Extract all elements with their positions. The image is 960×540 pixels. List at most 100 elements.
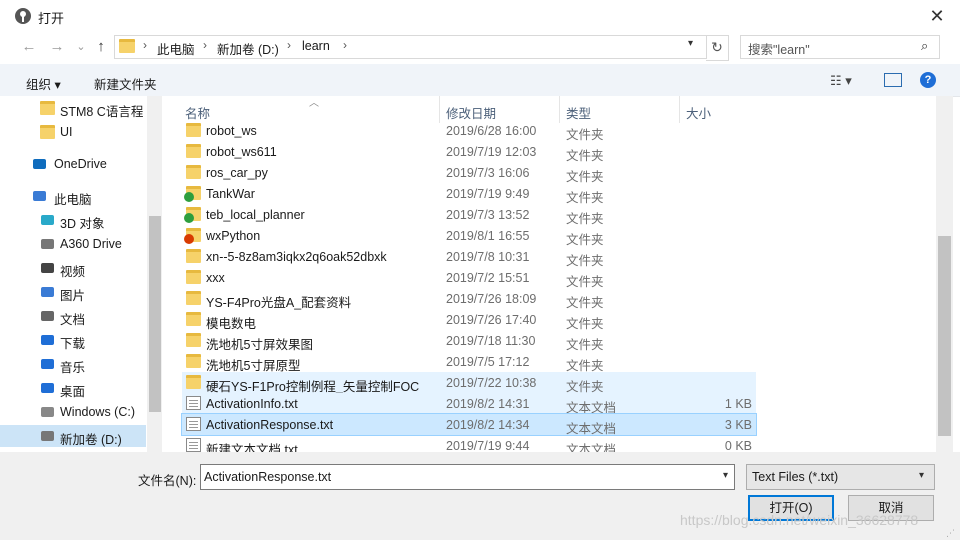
file-size: 3 KB [724, 418, 752, 432]
check-badge-icon [184, 192, 194, 202]
sidebar-item[interactable]: 新加卷 (D:) [0, 425, 146, 447]
file-row[interactable]: 洗地机5寸屏效果图 2019/7/18 11:30 文件夹 [182, 330, 756, 352]
file-date: 2019/6/28 16:00 [446, 124, 537, 138]
help-button[interactable]: ? [920, 72, 936, 88]
computer-icon [32, 189, 47, 203]
navigation-scrollbar-thumb[interactable] [149, 216, 161, 412]
sidebar-item-label: A360 Drive [60, 237, 122, 251]
sidebar-item-label: STM8 C语言程 [60, 105, 144, 119]
folder-icon [186, 375, 201, 389]
sidebar-item[interactable]: 此电脑 [0, 185, 146, 207]
column-divider[interactable] [439, 96, 440, 123]
new-folder-button[interactable]: 新建文件夹 [94, 74, 157, 93]
view-options-button[interactable]: ☷ ▾ [830, 73, 852, 89]
search-input[interactable]: 搜索"learn" ⌕ [740, 35, 940, 59]
sidebar-item[interactable]: 视频 [0, 257, 146, 279]
sidebar-item-label: Windows (C:) [60, 405, 136, 419]
close-button[interactable]: ✕ [924, 4, 950, 28]
filename-input[interactable]: ActivationResponse.txt ▾ [200, 464, 735, 490]
file-type-select[interactable]: Text Files (*.txt) ▾ [746, 464, 935, 490]
sidebar-item[interactable]: 3D 对象 [0, 209, 146, 231]
file-row[interactable]: 洗地机5寸屏原型 2019/7/5 17:12 文件夹 [182, 351, 756, 373]
file-list-scrollbar-thumb[interactable] [938, 236, 951, 436]
file-row[interactable]: robot_ws 2019/6/28 16:00 文件夹 [182, 120, 756, 142]
folder-icon [186, 123, 201, 137]
file-row[interactable]: xn--5-8z8am3iqkx2q6oak52dbxk 2019/7/8 10:… [182, 246, 756, 268]
file-row[interactable]: TankWar 2019/7/19 9:49 文件夹 [182, 183, 756, 205]
search-placeholder: 搜索"learn" [748, 43, 810, 57]
sidebar-item[interactable]: 桌面 [0, 377, 146, 399]
file-row[interactable]: ActivationResponse.txt 2019/8/2 14:34 文本文档… [181, 413, 757, 436]
navigation-pane: STM8 C语言程 UI OneDrive 此电脑 3D 对象 A360 Drive 视频图… [0, 96, 162, 452]
breadcrumb-separator: › [143, 38, 147, 52]
sidebar-item[interactable]: 音乐 [0, 353, 146, 375]
file-name: xn--5-8z8am3iqkx2q6oak52dbxk [206, 250, 387, 264]
preview-pane-icon[interactable] [884, 73, 902, 87]
file-type: 文本文档 [566, 443, 617, 452]
breadcrumb-separator: › [203, 38, 207, 52]
file-row[interactable]: teb_local_planner 2019/7/3 13:52 文件夹 [182, 204, 756, 226]
file-row[interactable]: wxPython 2019/8/1 16:55 文件夹 [182, 225, 756, 247]
file-row[interactable]: ActivationInfo.txt 2019/8/2 14:31 文本文档 1 KB [182, 393, 756, 415]
breadcrumb-learn[interactable]: learn [302, 39, 330, 53]
file-row[interactable]: 模电数电 2019/7/26 17:40 文件夹 [182, 309, 756, 331]
file-row[interactable]: 硬石YS-F1Pro控制例程_矢量控制FOC 2019/7/22 10:38 文件夹 [182, 372, 756, 394]
sidebar-item[interactable]: UI [0, 121, 146, 143]
back-button[interactable]: ← [18, 38, 40, 56]
folder-icon [186, 249, 201, 263]
file-row[interactable]: xxx 2019/7/2 15:51 文件夹 [182, 267, 756, 289]
sort-arrow-icon: ︿ [309, 98, 319, 109]
breadcrumb-drive-d[interactable]: 新加卷 (D:) [217, 39, 279, 58]
file-name: robot_ws [206, 124, 257, 138]
column-divider[interactable] [559, 96, 560, 123]
file-name: robot_ws611 [206, 145, 277, 159]
file-size: 1 KB [724, 397, 752, 411]
sidebar-item-label: 此电脑 [54, 193, 92, 207]
sidebar-item[interactable]: STM8 C语言程 [0, 97, 146, 119]
folder-icon [40, 101, 55, 115]
file-size: 0 KB [724, 439, 752, 452]
breadcrumb-this-pc[interactable]: 此电脑 [157, 39, 195, 58]
filename-value: ActivationResponse.txt [204, 470, 332, 484]
sidebar-item[interactable]: Windows (C:) [0, 401, 146, 423]
chevron-down-icon[interactable]: ▾ [919, 470, 924, 481]
chevron-down-icon[interactable]: ▾ [688, 38, 693, 49]
resize-grip-icon[interactable]: ⋰ [946, 528, 955, 539]
sidebar-item[interactable]: A360 Drive [0, 233, 146, 255]
history-dropdown-icon[interactable]: ⌄ [70, 38, 92, 56]
file-date: 2019/7/18 11:30 [446, 334, 536, 348]
sidebar-item[interactable]: OneDrive [0, 153, 146, 175]
folder-icon [186, 144, 201, 158]
file-date: 2019/8/1 16:55 [446, 229, 530, 243]
organize-menu-button[interactable]: 组织 ▾ [26, 74, 61, 93]
file-date: 2019/8/2 14:31 [446, 397, 530, 411]
file-row[interactable]: YS-F4Pro光盘A_配套资料 2019/7/26 18:09 文件夹 [182, 288, 756, 310]
folder-icon [186, 291, 201, 305]
column-divider[interactable] [679, 96, 680, 123]
sidebar-item[interactable]: 文档 [0, 305, 146, 327]
cloud-icon [32, 157, 47, 171]
file-name: teb_local_planner [206, 208, 305, 222]
watermark-text: https://blog.csdn.net/weixin_36628778 [680, 512, 919, 528]
refresh-button[interactable]: ↻ [706, 35, 729, 61]
forward-button[interactable]: → [46, 38, 68, 56]
file-row[interactable]: robot_ws611 2019/7/19 12:03 文件夹 [182, 141, 756, 163]
up-button[interactable]: ↑ [90, 38, 112, 56]
address-bar[interactable]: › 此电脑 › 新加卷 (D:) › learn › ▾ [114, 35, 707, 59]
file-row[interactable]: 新建文本文档.txt 2019/7/19 9:44 文本文档 0 KB [182, 435, 756, 452]
file-date: 2019/7/26 17:40 [446, 313, 537, 327]
git-clean-folder-icon [184, 186, 201, 202]
chevron-down-icon[interactable]: ▾ [723, 470, 728, 481]
file-row[interactable]: ros_car_py 2019/7/3 16:06 文件夹 [182, 162, 756, 184]
file-date: 2019/8/2 14:34 [446, 418, 530, 432]
search-icon[interactable]: ⌕ [921, 38, 928, 54]
sidebar-item-label: 桌面 [60, 385, 86, 399]
folder-icon [186, 333, 201, 347]
sidebar-item-label: 图片 [60, 289, 86, 303]
sidebar-item[interactable]: 下载 [0, 329, 146, 351]
file-date: 2019/7/5 17:12 [446, 355, 530, 369]
sidebar-item[interactable]: 图片 [0, 281, 146, 303]
check-badge-icon [184, 213, 194, 223]
cube-icon [40, 213, 55, 227]
breadcrumb-separator: › [287, 38, 291, 52]
